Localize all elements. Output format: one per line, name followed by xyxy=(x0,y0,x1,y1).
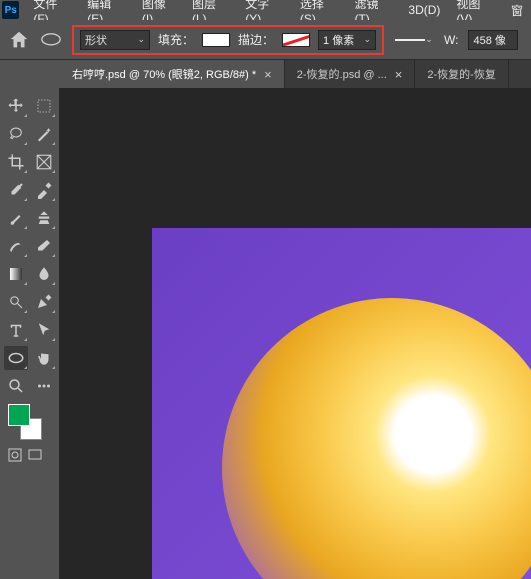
eraser-tool[interactable] xyxy=(32,234,56,258)
tab-label: 2-恢复的-恢复 xyxy=(427,66,495,82)
stroke-color-swatch[interactable] xyxy=(282,33,310,47)
hand-tool[interactable] xyxy=(32,346,56,370)
lasso-tool[interactable] xyxy=(4,122,28,146)
shape-mode-label: 形状 xyxy=(85,32,107,48)
pen-tool[interactable] xyxy=(32,290,56,314)
screen-mode-icon[interactable] xyxy=(28,448,42,462)
tab-document-1[interactable]: 右哼哼.psd @ 70% (眼镜2, RGB/8#) * × xyxy=(60,60,285,88)
rectangular-marquee-tool[interactable] xyxy=(32,94,56,118)
tab-label: 2-恢复的.psd @ ... xyxy=(297,66,387,82)
gradient-tool[interactable] xyxy=(4,262,28,286)
close-icon[interactable]: × xyxy=(264,67,272,82)
chevron-down-icon: ⌄ xyxy=(363,34,371,45)
slice-tool[interactable] xyxy=(32,150,56,174)
document-canvas[interactable] xyxy=(152,228,531,579)
chevron-down-icon: ⌄ xyxy=(137,34,145,45)
canvas-area[interactable] xyxy=(60,88,531,579)
highlighted-options-group: 形状 ⌄ 填充： 描边： 1 像素 ⌄ xyxy=(72,25,384,55)
close-icon[interactable]: × xyxy=(395,67,403,82)
healing-brush-tool[interactable] xyxy=(32,178,56,202)
menu-bar: Ps 文件(F) 编辑(E) 图像(I) 图层(L) 文字(Y) 选择(S) 滤… xyxy=(0,0,531,20)
app-logo: Ps xyxy=(2,1,19,19)
type-tool[interactable] xyxy=(4,318,28,342)
brush-tool[interactable] xyxy=(4,206,28,230)
stroke-width-input[interactable]: 1 像素 ⌄ xyxy=(318,30,376,50)
clone-stamp-tool[interactable] xyxy=(32,206,56,230)
path-selection-tool[interactable] xyxy=(32,318,56,342)
menu-3d[interactable]: 3D(D) xyxy=(400,1,448,19)
magic-wand-tool[interactable] xyxy=(32,122,56,146)
eyedropper-tool[interactable] xyxy=(4,178,28,202)
quick-mask-icon[interactable] xyxy=(8,448,22,462)
blur-tool[interactable] xyxy=(32,262,56,286)
stroke-label: 描边： xyxy=(238,31,274,48)
width-value: 458 像 xyxy=(473,32,505,48)
tab-document-3[interactable]: 2-恢复的-恢复 xyxy=(415,60,508,88)
move-tool[interactable] xyxy=(4,94,28,118)
shape-mode-dropdown[interactable]: 形状 ⌄ xyxy=(80,30,150,50)
document-tabs: 右哼哼.psd @ 70% (眼镜2, RGB/8#) * × 2-恢复的.ps… xyxy=(60,60,531,88)
foreground-color[interactable] xyxy=(8,404,30,426)
tab-label: 右哼哼.psd @ 70% (眼镜2, RGB/8#) * xyxy=(72,66,256,82)
ellipse-tool[interactable] xyxy=(4,346,28,370)
width-label: W: xyxy=(444,33,458,47)
crop-tool[interactable] xyxy=(4,150,28,174)
fill-color-swatch[interactable] xyxy=(202,33,230,47)
chevron-down-icon: ⌄ xyxy=(425,34,433,45)
color-swatches xyxy=(8,404,44,440)
tools-panel xyxy=(0,88,60,579)
stroke-width-value: 1 像素 xyxy=(323,32,354,48)
zoom-tool[interactable] xyxy=(4,374,28,398)
solid-line-icon xyxy=(395,39,425,41)
workspace xyxy=(0,88,531,579)
options-bar: 形状 ⌄ 填充： 描边： 1 像素 ⌄ ⌄ W: 458 像 xyxy=(0,20,531,60)
home-icon[interactable] xyxy=(8,29,30,51)
width-input[interactable]: 458 像 xyxy=(468,30,518,50)
fill-label: 填充： xyxy=(158,31,194,48)
edit-toolbar[interactable] xyxy=(32,374,56,398)
stroke-style-dropdown[interactable]: ⌄ xyxy=(394,33,434,47)
menu-window[interactable]: 窗 xyxy=(503,0,531,21)
artwork-orb xyxy=(222,298,531,579)
tab-document-2[interactable]: 2-恢复的.psd @ ... × xyxy=(285,60,416,88)
current-tool-icon[interactable] xyxy=(40,32,62,48)
dodge-tool[interactable] xyxy=(4,290,28,314)
history-brush-tool[interactable] xyxy=(4,234,28,258)
